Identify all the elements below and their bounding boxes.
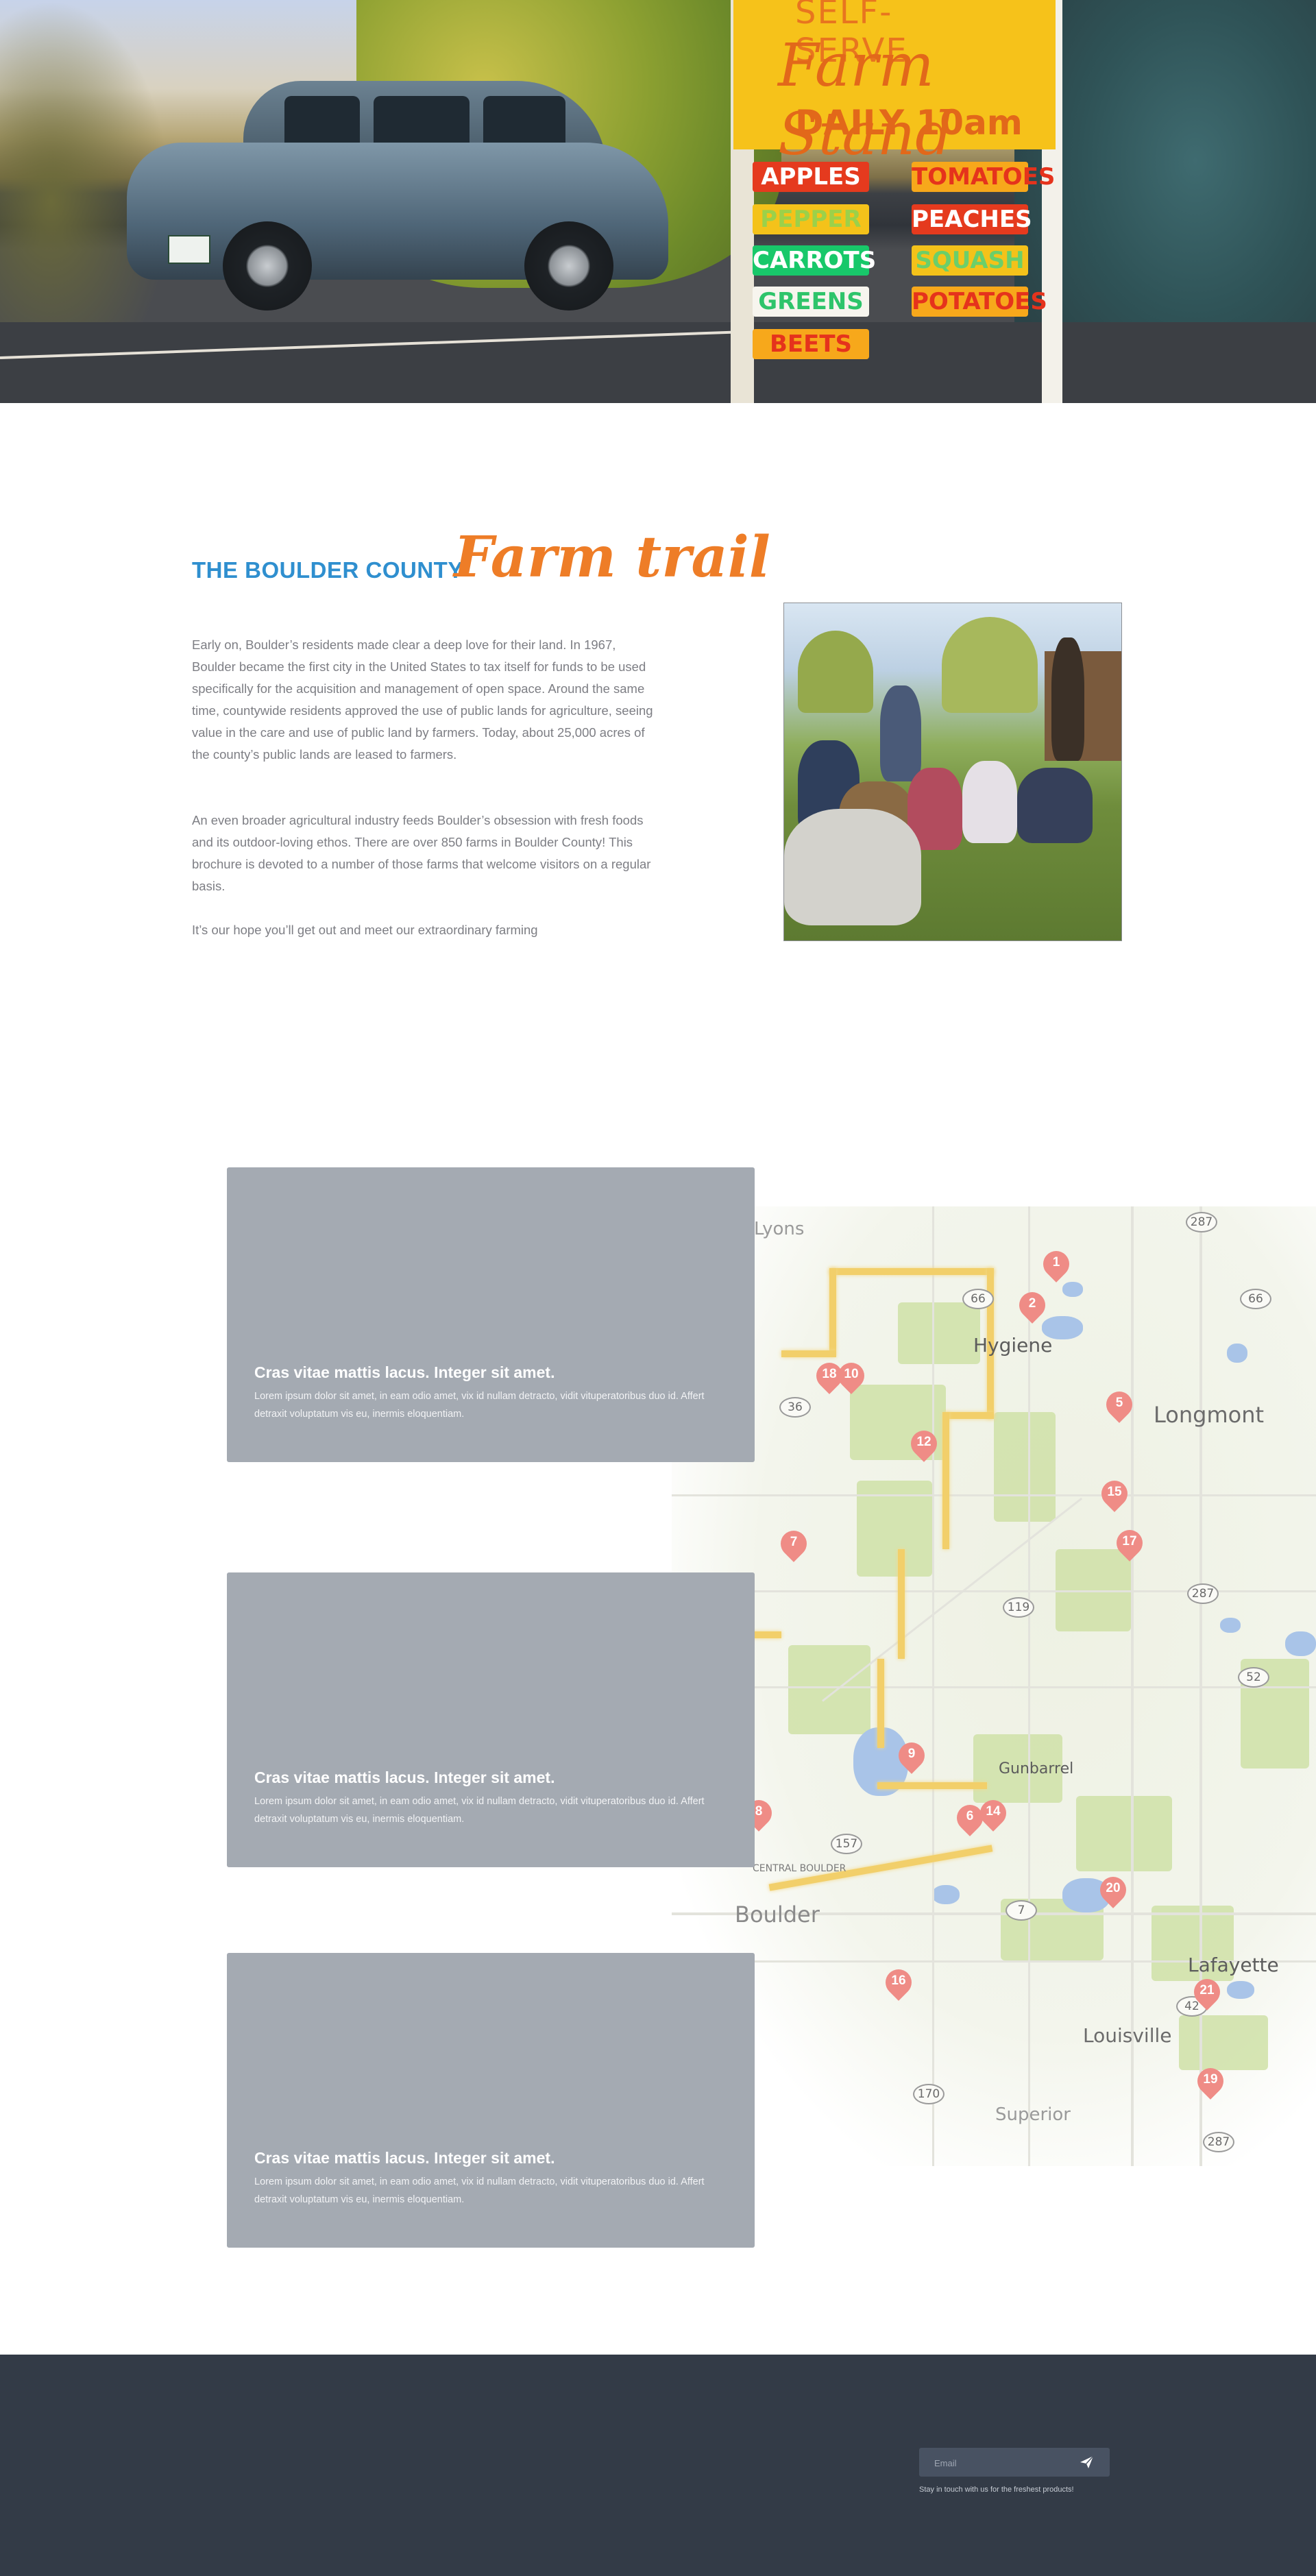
produce-sign: SQUASH — [912, 245, 1028, 276]
email-input[interactable] — [933, 2448, 1073, 2478]
highway-shield: 52 — [1238, 1667, 1269, 1688]
farm-card[interactable]: Cras vitae mattis lacus. Integer sit ame… — [227, 1167, 755, 1462]
farm-visit-photo — [783, 603, 1122, 941]
map-label: Lafayette — [1188, 1954, 1279, 1976]
highway-shield: 7 — [1006, 1900, 1037, 1921]
farm-pin-20[interactable]: 20 — [1095, 1871, 1132, 1910]
paper-plane-icon — [1080, 2455, 1094, 2468]
intro-paragraph: Early on, Boulder’s residents made clear… — [192, 637, 653, 762]
produce-sign: PEPPER — [753, 204, 869, 234]
map-label: Longmont — [1154, 1402, 1265, 1428]
hero-image: SELF-SERVE Farm Stand DAILY 10am APPLES … — [0, 0, 1316, 403]
highway-shield: 66 — [1240, 1289, 1271, 1309]
highway-shield: 170 — [913, 2084, 945, 2104]
intro-paragraph: An even broader agricultural industry fe… — [192, 813, 651, 893]
farm-card[interactable]: Cras vitae mattis lacus. Integer sit ame… — [227, 1953, 755, 2248]
produce-sign: TOMATOES — [912, 162, 1056, 192]
farm-pin-16[interactable]: 16 — [880, 1964, 917, 2002]
highway-shield: 287 — [1187, 1583, 1219, 1604]
map-label: Lyons — [754, 1219, 805, 1239]
card-title: Cras vitae mattis lacus. Integer sit ame… — [254, 1363, 555, 1381]
footer — [0, 2355, 1316, 2576]
highway-shield: 287 — [1186, 1212, 1217, 1232]
farm-pin-19[interactable]: 19 — [1192, 2063, 1229, 2101]
produce-sign: PEACHES — [912, 204, 1032, 234]
card-title: Cras vitae mattis lacus. Integer sit ame… — [254, 2149, 555, 2167]
produce-sign: BEETS — [753, 329, 869, 359]
produce-sign: GREENS — [753, 287, 869, 317]
map-label: Superior — [995, 2104, 1071, 2125]
email-signup — [919, 2448, 1110, 2478]
send-button[interactable] — [1078, 2454, 1096, 2470]
farm-pin-5[interactable]: 5 — [1101, 1386, 1138, 1424]
farm-pin-15[interactable]: 15 — [1096, 1475, 1133, 1514]
heading-farm-trail-logo: Farm trail — [454, 524, 770, 590]
map-label: Boulder — [735, 1901, 820, 1928]
farm-pin-12[interactable]: 12 — [905, 1425, 942, 1463]
heading-county: THE BOULDER COUNTY — [192, 557, 463, 583]
intro-paragraph: It’s our hope you’ll get out and meet ou… — [192, 923, 538, 937]
farm-trail-map[interactable]: Lyons Hygiene Longmont Gunbarrel Boulder… — [672, 1206, 1316, 2166]
farm-pin-21[interactable]: 21 — [1189, 1973, 1226, 2012]
produce-sign: POTATOES — [912, 287, 1047, 317]
map-label: Gunbarrel — [999, 1760, 1074, 1777]
sign-title-text: Farm Stand — [778, 32, 953, 169]
map-label: Hygiene — [973, 1334, 1053, 1357]
farm-pin-7[interactable]: 7 — [775, 1525, 812, 1564]
footer-note: Stay in touch with us for the freshest p… — [919, 2486, 1074, 2494]
highway-shield: 157 — [831, 1834, 862, 1854]
card-body: Lorem ipsum dolor sit amet, in eam odio … — [254, 1796, 705, 1825]
car-image — [127, 81, 668, 311]
highway-shield: 287 — [1203, 2132, 1234, 2152]
highway-shield: 119 — [1003, 1597, 1034, 1618]
card-body: Lorem ipsum dolor sit amet, in eam odio … — [254, 1391, 705, 1420]
card-body: Lorem ipsum dolor sit amet, in eam odio … — [254, 2176, 705, 2205]
farm-pin-2[interactable]: 2 — [1014, 1287, 1051, 1325]
highway-shield: 36 — [779, 1397, 811, 1418]
produce-sign: APPLES — [753, 162, 869, 192]
farm-pin-1[interactable]: 1 — [1038, 1246, 1075, 1284]
card-title: Cras vitae mattis lacus. Integer sit ame… — [254, 1769, 555, 1786]
farm-pin-17[interactable]: 17 — [1111, 1524, 1148, 1563]
farm-pin-10[interactable]: 10 — [833, 1357, 870, 1396]
produce-sign: CARROTS — [753, 245, 877, 276]
farm-card[interactable]: Cras vitae mattis lacus. Integer sit ame… — [227, 1572, 755, 1867]
farm-pin-6[interactable]: 6 — [951, 1799, 988, 1838]
map-label: CENTRAL BOULDER — [753, 1863, 846, 1874]
highway-shield: 66 — [962, 1289, 994, 1309]
sign-daily-text: DAILY 10am — [795, 103, 1023, 143]
farm-pin-9[interactable]: 9 — [893, 1737, 930, 1775]
farm-pin-14[interactable]: 14 — [975, 1795, 1012, 1833]
map-label: Louisville — [1083, 2024, 1172, 2047]
